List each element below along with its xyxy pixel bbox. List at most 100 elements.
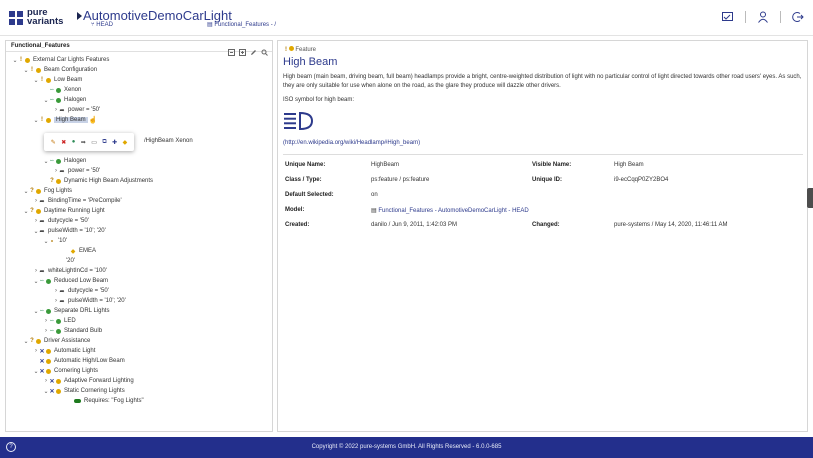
tree-label: LED xyxy=(64,318,76,324)
tree-row[interactable]: ⌄ ⇔ Separate DRL Lights xyxy=(33,306,109,316)
highlight-icon[interactable]: ◆ xyxy=(123,139,128,146)
wiki-link[interactable]: (http://en.wikipedia.org/wiki/Headlamp#H… xyxy=(283,140,420,146)
element-description: High beam (main beam, driving beam, full… xyxy=(283,74,802,89)
tree-row[interactable]: › ✕ Adaptive Forward Lighting xyxy=(43,376,134,386)
copy-icon[interactable]: ⧉ xyxy=(102,139,106,146)
iso-symbol-label: ISO symbol for high beam: xyxy=(283,97,355,103)
tree-label: EMEA xyxy=(79,248,97,254)
tree-row[interactable]: ⌄ ⇔ Halogen xyxy=(43,95,86,105)
unique-id-label: Unique ID: xyxy=(532,177,562,183)
copyright-text: Copyright © 2022 pure-systems GmbH. All … xyxy=(311,444,502,450)
tree-row[interactable]: ◆ EMEA xyxy=(70,246,96,256)
tree-row[interactable]: ⌄ ✕ Static Cornering Lights xyxy=(43,386,124,396)
tree-row[interactable]: › ➦ BindingTime = 'PreCompile' xyxy=(33,196,122,206)
tree-row[interactable]: ⌄ ⇔ Reduced Low Beam xyxy=(33,276,108,286)
rename-icon[interactable]: ▭ xyxy=(91,139,97,146)
search-icon[interactable] xyxy=(261,43,268,56)
tree-row[interactable]: › ⇔ Standard Bulb xyxy=(43,326,102,336)
branch-label[interactable]: ⑂ HEAD xyxy=(91,22,113,28)
tree-row[interactable]: /HighBeam Xenon xyxy=(142,136,193,146)
tree-label: Automatic Light xyxy=(54,348,96,354)
tree-row[interactable]: ⌄? Fog Lights xyxy=(23,186,72,196)
tree-row[interactable]: › ➦ power = '50' xyxy=(53,105,100,115)
tree-label: whiteLightInCd = '100' xyxy=(48,268,107,274)
feature-icon xyxy=(56,178,61,184)
expand-all-icon[interactable] xyxy=(239,43,246,56)
user-icon[interactable] xyxy=(756,10,770,24)
tree-row[interactable]: ⌄ ✕ Cornering Lights xyxy=(33,366,98,376)
tree-row[interactable]: '20' xyxy=(64,256,75,266)
details-panel: ! Feature High Beam High beam (main beam… xyxy=(277,40,808,432)
unique-id-value: i9-ecCqqP0ZY2BO4 xyxy=(614,177,669,183)
tree-label-selected: High Beam xyxy=(54,117,88,123)
tasks-icon[interactable] xyxy=(721,10,735,24)
tree-row[interactable]: › ➦ power = '50' xyxy=(53,166,100,176)
alternative-marker-icon: ! xyxy=(31,67,33,73)
tree-row[interactable]: ⌄ ➦ pulseWidth = '10'; '20' xyxy=(33,226,105,236)
project-arrow-icon xyxy=(77,12,82,20)
context-toolbar: ✎ ✖ ● ➡ ▭ ⧉ ✚ ◆ xyxy=(44,133,134,151)
tree-row[interactable]: Requires: "Fog Lights" xyxy=(74,396,144,406)
side-panel-handle[interactable] xyxy=(807,188,813,208)
tree-row[interactable]: ⇔ Xenon xyxy=(49,85,81,95)
feature-icon xyxy=(56,87,61,93)
tree-row[interactable]: ⌄? Driver Assistance xyxy=(23,336,90,346)
attribute-icon: ➦ xyxy=(59,288,65,295)
tree-label: Xenon xyxy=(64,87,82,93)
feature-icon[interactable]: ● xyxy=(72,139,76,145)
tree-row-selected[interactable]: ⌄! High Beam ☝ xyxy=(33,115,97,125)
tree-row[interactable]: › ➦ whiteLightInCd = '100' xyxy=(33,266,107,276)
delete-icon[interactable]: ✖ xyxy=(61,139,66,146)
tree-row[interactable]: ⌄ ⚬ '10' xyxy=(43,236,67,246)
feature-tree-panel: Functional_Features ⌄! External Car Light… xyxy=(5,40,273,432)
created-value: danilo / Jun 9, 2011, 1:42:03 PM xyxy=(371,222,457,228)
edit-icon[interactable]: ✎ xyxy=(51,139,56,146)
or-marker-icon: ⇔ xyxy=(49,87,55,93)
unique-name-label: Unique Name: xyxy=(285,162,326,168)
edit-icon[interactable] xyxy=(250,43,257,55)
tree-row[interactable]: ⌄! External Car Lights Features xyxy=(12,55,109,65)
excluded-marker-icon: ✕ xyxy=(39,348,45,355)
tree-row[interactable]: › ✕ Automatic Light xyxy=(33,346,95,356)
tree-row[interactable]: ? Dynamic High Beam Adjustments xyxy=(49,176,153,186)
tree-label: Separate DRL Lights xyxy=(54,308,110,314)
tree-label: dutycycle = '50' xyxy=(48,218,89,224)
tree-row[interactable]: ⌄! Beam Configuration xyxy=(23,65,97,75)
add-icon[interactable]: ✚ xyxy=(112,139,117,146)
unique-name-value: HighBeam xyxy=(371,162,400,168)
tree-label: Driver Assistance xyxy=(44,338,91,344)
tree-row[interactable]: ✕ Automatic High/Low Beam xyxy=(39,356,124,366)
model-value[interactable]: ▤ Functional_Features - AutomotiveDemoCa… xyxy=(371,207,529,214)
attribute-icon: ➦ xyxy=(59,168,65,175)
tree-row[interactable]: › ➦ dutycycle = '50' xyxy=(53,286,109,296)
or-marker-icon: ⇔ xyxy=(39,278,45,284)
feature-icon xyxy=(46,117,51,123)
tree-row[interactable]: ⌄? Daytime Running Light xyxy=(23,206,105,216)
class-type-value: ps:feature / ps:feature xyxy=(371,177,430,183)
tree-label: Low Beam xyxy=(54,77,83,83)
tree-row[interactable]: › ➦ dutycycle = '50' xyxy=(33,216,89,226)
breadcrumb[interactable]: ▤ Functional_Features - / xyxy=(207,21,276,28)
model-link[interactable]: Functional_Features - AutomotiveDemoCarL… xyxy=(378,208,528,214)
tree-label: Daytime Running Light xyxy=(44,208,105,214)
tree-row[interactable]: › ⇔ LED xyxy=(43,316,76,326)
tree-row[interactable]: ⌄! Low Beam xyxy=(33,75,82,85)
tree-row[interactable]: ⌄ ⇔ Halogen xyxy=(43,156,86,166)
logo-text-variants: variants xyxy=(27,16,64,27)
breadcrumb-text: Functional_Features - / xyxy=(214,22,277,28)
attribute-icon: ➦ xyxy=(39,198,45,205)
header-separator xyxy=(780,11,781,23)
alternative-marker-icon: ! xyxy=(41,77,43,83)
pure-variants-logo[interactable] xyxy=(9,11,23,25)
feature-icon xyxy=(288,46,294,51)
tree-label: Fog Lights xyxy=(44,188,73,194)
collapse-all-icon[interactable] xyxy=(228,43,235,56)
tree-label: External Car Lights Features xyxy=(33,57,110,63)
tree-row[interactable]: › ➦ pulseWidth = '10'; '20' xyxy=(53,296,126,306)
tree-label: Reduced Low Beam xyxy=(54,278,109,284)
logout-icon[interactable] xyxy=(791,10,805,24)
tree-label: pulseWidth = '10'; '20' xyxy=(68,298,126,304)
tree-label: Halogen xyxy=(64,158,87,164)
arrow-right-icon[interactable]: ➡ xyxy=(81,139,86,146)
tree-label: '10' xyxy=(58,238,67,244)
